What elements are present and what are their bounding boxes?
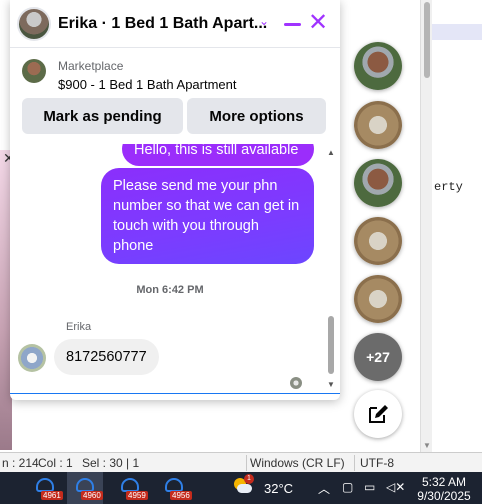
status-line: n : 214	[2, 456, 39, 470]
contact-avatar[interactable]	[17, 7, 51, 41]
headset-app-icon	[165, 478, 183, 492]
status-column: Col : 1	[38, 456, 73, 470]
headset-app-icon	[36, 478, 54, 492]
device-icon[interactable]: ▢	[342, 480, 353, 494]
clock-time: 5:32 AM	[421, 475, 467, 489]
status-line-endings[interactable]: Windows (CR LF)	[250, 456, 345, 470]
weather-badge: 1	[244, 474, 254, 484]
taskbar-app-item[interactable]: 4960	[67, 472, 103, 504]
message-scrollbar[interactable]: ▲ ▼	[325, 144, 337, 393]
headset-app-icon	[121, 478, 139, 492]
chat-head-avatar[interactable]	[354, 101, 402, 149]
more-options-button[interactable]: More options	[187, 98, 326, 134]
chevron-up-icon[interactable]: ︿	[318, 480, 330, 497]
editor-partial-text: erty	[434, 180, 463, 194]
status-separator	[354, 455, 355, 471]
outgoing-message: Hello, this is still available	[122, 144, 314, 166]
volume-muted-icon[interactable]: ◁✕	[386, 480, 405, 494]
outgoing-message: Please send me your phn number so that w…	[101, 168, 314, 264]
scroll-down-arrow-icon[interactable]: ▼	[423, 441, 431, 450]
chat-head-avatar[interactable]	[354, 275, 402, 323]
status-separator	[246, 455, 247, 471]
weather-icon[interactable]: 1	[232, 474, 254, 494]
incoming-message: 8172560777	[54, 339, 159, 375]
cloud-icon	[237, 484, 252, 493]
editor-status-bar: n : 214 Col : 1 Sel : 30 | 1 Windows (CR…	[0, 452, 482, 472]
listing-price-title: $900 - 1 Bed 1 Bath Apartment	[58, 77, 237, 92]
sender-name: Erika	[66, 321, 92, 333]
windows-taskbar: 4961 4960 4959 4956 1 32°C ︿ ▢ ▭ ◁✕ 5:32…	[0, 472, 482, 504]
message-timestamp: Mon 6:42 PM	[136, 284, 204, 296]
editor-scroll-thumb[interactable]	[424, 2, 430, 78]
headset-app-icon	[76, 478, 94, 492]
messenger-chat-window: Erika · 1 Bed 1 Bath Apart... ⌄ ✕ Market…	[10, 0, 340, 400]
editor-line-highlight	[432, 24, 482, 40]
message-list: Hello, this is still available Please se…	[10, 144, 340, 394]
network-icon[interactable]: ▭	[364, 480, 375, 494]
new-message-button[interactable]	[354, 390, 402, 438]
chat-head-avatar[interactable]	[354, 159, 402, 207]
listing-thumbnail	[22, 59, 46, 83]
editor-vertical-scrollbar[interactable]: ▼	[420, 0, 432, 452]
listing-source-label: Marketplace	[58, 59, 124, 73]
chat-head-avatar[interactable]	[354, 42, 402, 90]
taskbar-badge: 4956	[170, 491, 192, 500]
sender-avatar[interactable]	[18, 344, 46, 372]
chat-title[interactable]: Erika · 1 Bed 1 Bath Apart...	[58, 15, 267, 33]
status-selection: Sel : 30 | 1	[82, 456, 140, 470]
chat-head-avatar[interactable]	[354, 217, 402, 265]
temperature-text[interactable]: 32°C	[264, 481, 293, 496]
more-chats-button[interactable]: +27	[354, 333, 402, 381]
message-scroll-thumb[interactable]	[328, 316, 334, 374]
mark-as-pending-button[interactable]: Mark as pending	[22, 98, 183, 134]
taskbar-badge: 4959	[126, 491, 148, 500]
taskbar-app-item[interactable]: 4961	[27, 472, 63, 504]
clock-date: 9/30/2025	[417, 489, 471, 503]
chevron-down-icon[interactable]: ⌄	[259, 14, 269, 28]
scroll-down-arrow-icon[interactable]: ▼	[327, 380, 335, 389]
taskbar-clock[interactable]: 5:32 AM 9/30/2025	[414, 475, 474, 503]
scroll-up-arrow-icon[interactable]: ▲	[327, 148, 335, 157]
taskbar-app-item[interactable]: 4959	[112, 472, 148, 504]
chat-header: Erika · 1 Bed 1 Bath Apart... ⌄ ✕	[10, 0, 340, 48]
marketplace-listing[interactable]: Marketplace $900 - 1 Bed 1 Bath Apartmen…	[10, 49, 340, 97]
more-chats-count: +27	[366, 349, 390, 365]
close-icon[interactable]: ✕	[308, 9, 328, 37]
status-encoding[interactable]: UTF-8	[360, 456, 394, 470]
compose-icon	[369, 405, 388, 423]
taskbar-badge: 4960	[81, 491, 103, 500]
taskbar-app-item[interactable]: 4956	[156, 472, 192, 504]
seen-avatar-icon	[290, 377, 302, 389]
minimize-icon[interactable]	[284, 23, 301, 26]
taskbar-badge: 4961	[41, 491, 63, 500]
